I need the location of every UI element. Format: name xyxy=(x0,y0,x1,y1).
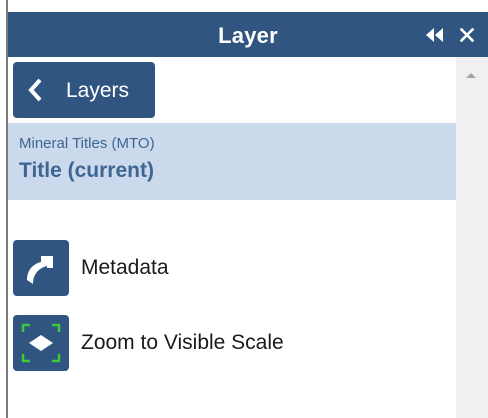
panel-title: Layer xyxy=(218,23,278,48)
zoom-scale-icon xyxy=(21,323,61,363)
vertical-scrollbar[interactable] xyxy=(456,57,488,418)
metadata-icon-tile xyxy=(13,240,69,296)
layer-title: Title (current) xyxy=(19,159,154,182)
layer-parent-name: Mineral Titles (MTO) xyxy=(19,135,155,152)
metadata-action[interactable]: Metadata xyxy=(13,240,433,296)
zoom-to-visible-scale-action[interactable]: Zoom to Visible Scale xyxy=(13,315,433,371)
layer-panel: Layer Layers Mineral Titles (MTO) Title … xyxy=(8,12,488,418)
close-button[interactable] xyxy=(455,12,479,57)
panel-content: Layers Mineral Titles (MTO) Title (curre… xyxy=(8,57,456,418)
app-window: Layer Layers Mineral Titles (MTO) Title … xyxy=(0,0,488,418)
double-chevron-left-icon xyxy=(426,27,443,42)
back-button-label: Layers xyxy=(66,79,130,102)
scroll-up-arrow-icon[interactable] xyxy=(466,73,476,78)
back-to-layers-button[interactable]: Layers xyxy=(13,62,155,118)
close-icon xyxy=(460,27,474,42)
selected-layer-info: Mineral Titles (MTO) Title (current) xyxy=(8,123,456,200)
metadata-arrow-icon xyxy=(27,256,53,284)
zoom-to-visible-scale-label: Zoom to Visible Scale xyxy=(81,331,284,354)
zoom-scale-icon-tile xyxy=(13,315,69,371)
panel-header: Layer xyxy=(8,12,488,57)
chevron-left-icon xyxy=(28,78,42,102)
metadata-label: Metadata xyxy=(81,256,169,279)
collapse-button[interactable] xyxy=(422,12,448,57)
